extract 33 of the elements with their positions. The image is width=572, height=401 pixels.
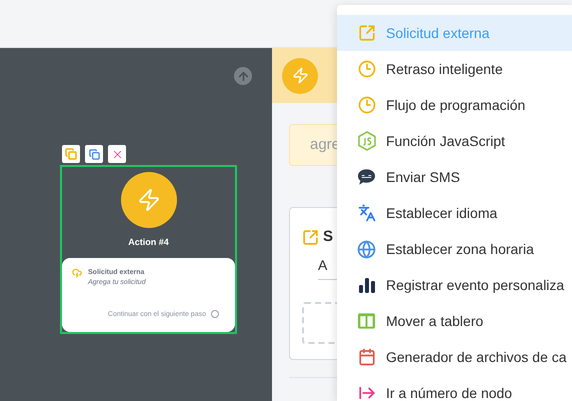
action-avatar bbox=[282, 58, 318, 94]
copy-button[interactable] bbox=[62, 145, 80, 163]
menu-item[interactable]: Registrar evento personaliza bbox=[337, 267, 572, 303]
menu-item[interactable]: Establecer idioma bbox=[337, 195, 572, 231]
menu-item[interactable]: Generador de archivos de ca bbox=[337, 339, 572, 375]
menu-item[interactable]: Establecer zona horaria bbox=[337, 231, 572, 267]
globe-icon bbox=[357, 240, 376, 258]
duplicate-button[interactable] bbox=[85, 145, 103, 163]
menu-item[interactable]: Flujo de programación bbox=[337, 87, 572, 123]
bar-chart-icon bbox=[358, 276, 376, 294]
card-title: S bbox=[323, 227, 334, 247]
menu-item[interactable]: Mover a tablero bbox=[337, 303, 572, 339]
duplicate-icon bbox=[88, 148, 100, 160]
external-link-icon bbox=[358, 24, 376, 42]
calendar-icon bbox=[358, 348, 376, 366]
board-icon bbox=[357, 312, 376, 330]
arrow-up-icon bbox=[236, 70, 250, 82]
clock-icon bbox=[358, 60, 376, 78]
menu-item[interactable]: Retraso inteligente bbox=[337, 51, 572, 87]
menu-item[interactable]: Función JavaScript bbox=[337, 123, 572, 159]
delete-button[interactable] bbox=[108, 145, 126, 163]
clock-icon bbox=[358, 96, 376, 114]
menu-item[interactable]: Enviar SMS bbox=[337, 159, 572, 195]
scroll-up-button[interactable] bbox=[234, 67, 252, 85]
menu-item[interactable]: Ir a número de nodo bbox=[337, 375, 572, 401]
cloud-icon bbox=[72, 268, 82, 278]
connector-handle[interactable] bbox=[211, 310, 219, 318]
external-link-icon bbox=[302, 228, 319, 246]
chat-bubble-icon bbox=[357, 168, 376, 186]
copy-icon bbox=[65, 148, 77, 160]
translate-icon bbox=[358, 204, 376, 222]
hexagon-icon bbox=[358, 131, 376, 151]
node-title: Action #4 bbox=[128, 238, 169, 247]
